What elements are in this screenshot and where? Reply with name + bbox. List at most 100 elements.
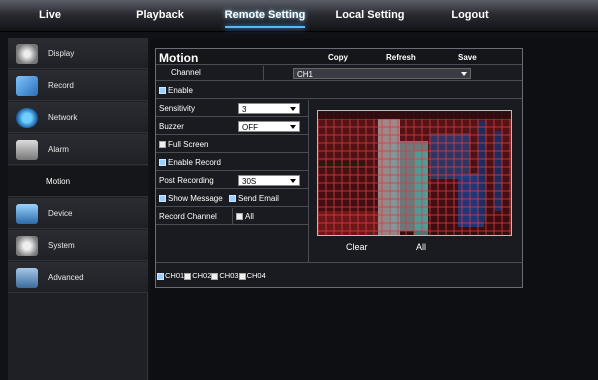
divider <box>308 100 309 262</box>
send-email-label: Send Email <box>238 194 279 203</box>
record-channel-all-checkbox[interactable]: All <box>236 208 254 225</box>
sidebar-item-label: Network <box>48 113 78 122</box>
enable-record-row: Enable Record <box>156 154 308 171</box>
motion-grid-preview[interactable] <box>317 110 512 236</box>
chevron-down-icon <box>461 72 467 76</box>
buzzer-label: Buzzer <box>159 122 184 131</box>
divider <box>232 208 233 225</box>
sidebar-item-display[interactable]: Display <box>8 38 148 69</box>
enable-record-label: Enable Record <box>168 158 221 167</box>
show-message-checkbox[interactable]: Show Message <box>159 190 223 207</box>
ch01-label: CH01 <box>165 271 185 280</box>
enable-row: Enable <box>156 82 522 99</box>
sensitivity-row: Sensitivity 3 <box>156 100 308 117</box>
buzzer-row: Buzzer OFF <box>156 118 308 135</box>
advanced-icon <box>16 268 38 288</box>
record-icon <box>16 76 38 96</box>
record-channel-label: Record Channel <box>159 212 217 221</box>
post-recording-label: Post Recording <box>159 176 214 185</box>
alarm-camera-icon <box>16 140 38 160</box>
sidebar-item-motion[interactable]: Motion <box>8 166 148 197</box>
gear-icon <box>16 236 38 256</box>
ch04-checkbox[interactable]: CH04 <box>238 271 266 280</box>
page-title: Motion <box>159 51 199 65</box>
sidebar-item-record[interactable]: Record <box>8 70 148 101</box>
motion-detection-grid <box>318 111 511 235</box>
checkbox-icon <box>229 195 236 203</box>
enable-label: Enable <box>168 86 193 95</box>
channel-row: Channel CH1 <box>156 66 522 81</box>
sidebar-item-network[interactable]: Network <box>8 102 148 133</box>
checkbox-icon <box>159 159 166 167</box>
sidebar-item-label: Advanced <box>48 273 84 282</box>
panel-header: Motion Copy Refresh Save <box>156 49 522 65</box>
sidebar-item-label: System <box>48 241 75 250</box>
all-button[interactable]: All <box>416 242 426 252</box>
sidebar-item-label: Device <box>48 209 73 218</box>
enable-checkbox[interactable]: Enable <box>159 82 193 99</box>
film-reel-icon <box>16 44 38 64</box>
checkbox-icon <box>211 272 219 280</box>
sidebar-item-label: Alarm <box>48 145 69 154</box>
ch03-label: CH03 <box>219 271 239 280</box>
tab-logout[interactable]: Logout <box>435 0 505 32</box>
send-email-checkbox[interactable]: Send Email <box>229 190 279 207</box>
full-screen-checkbox[interactable]: Full Screen <box>159 136 208 153</box>
buzzer-value: OFF <box>242 123 258 132</box>
tab-local-setting[interactable]: Local Setting <box>325 0 415 32</box>
ch02-label: CH02 <box>192 271 212 280</box>
chevron-down-icon <box>290 125 296 129</box>
tab-live[interactable]: Live <box>20 0 80 32</box>
full-screen-row: Full Screen <box>156 136 308 153</box>
sidebar-item-system[interactable]: System <box>8 230 148 261</box>
sidebar-item-label: Display <box>48 49 75 58</box>
channel-label: Channel <box>171 68 201 77</box>
divider <box>156 262 522 263</box>
globe-icon <box>16 108 38 128</box>
top-nav-bar: Live Playback Remote Setting Local Setti… <box>0 0 598 32</box>
device-icon <box>16 204 38 224</box>
full-screen-label: Full Screen <box>168 140 209 149</box>
buzzer-select[interactable]: OFF <box>238 121 300 132</box>
post-recording-value: 30S <box>242 177 257 186</box>
enable-record-checkbox[interactable]: Enable Record <box>159 154 221 171</box>
sidebar-item-advanced[interactable]: Advanced <box>8 262 148 293</box>
divider <box>263 66 264 81</box>
chevron-down-icon <box>290 179 296 183</box>
sensitivity-select[interactable]: 3 <box>238 103 300 114</box>
checkbox-icon <box>159 195 166 203</box>
record-channel-all-label: All <box>245 212 254 221</box>
sidebar-item-label: Record <box>48 81 74 90</box>
chevron-down-icon <box>290 107 296 111</box>
ch02-checkbox[interactable]: CH02 <box>184 271 211 280</box>
notify-row: Show Message Send Email <box>156 190 308 207</box>
post-recording-select[interactable]: 30S <box>238 175 300 186</box>
post-recording-row: Post Recording 30S <box>156 172 308 189</box>
checkbox-icon <box>157 272 164 280</box>
channel-select[interactable]: CH1 <box>293 68 471 79</box>
sensitivity-label: Sensitivity <box>159 104 196 113</box>
show-message-label: Show Message <box>168 194 223 203</box>
checkbox-icon <box>184 272 192 280</box>
clear-button[interactable]: Clear <box>346 242 368 252</box>
sidebar-item-label: Motion <box>46 177 71 186</box>
checkbox-icon <box>159 87 166 95</box>
ch01-checkbox[interactable]: CH01 <box>157 271 184 280</box>
channel-checkbox-list: CH01 CH02 CH03 CH04 <box>157 267 266 284</box>
sidebar-item-device[interactable]: Device <box>8 198 148 229</box>
save-button[interactable]: Save <box>458 53 477 62</box>
refresh-button[interactable]: Refresh <box>386 53 416 62</box>
sensitivity-value: 3 <box>242 105 247 114</box>
copy-button[interactable]: Copy <box>328 53 348 62</box>
checkbox-icon <box>159 141 166 149</box>
ch03-checkbox[interactable]: CH03 <box>211 271 239 280</box>
sidebar: Display Record Network Alarm Motion Devi… <box>8 38 148 380</box>
ch04-label: CH04 <box>246 271 266 280</box>
motion-panel: Motion Copy Refresh Save Channel CH1 Ena… <box>155 48 523 288</box>
checkbox-icon <box>238 272 246 280</box>
main-content: Motion Copy Refresh Save Channel CH1 Ena… <box>150 38 598 380</box>
checkbox-icon <box>236 213 243 221</box>
tab-playback[interactable]: Playback <box>125 0 195 32</box>
sidebar-item-alarm[interactable]: Alarm <box>8 134 148 165</box>
tab-remote-setting[interactable]: Remote Setting <box>215 0 315 32</box>
